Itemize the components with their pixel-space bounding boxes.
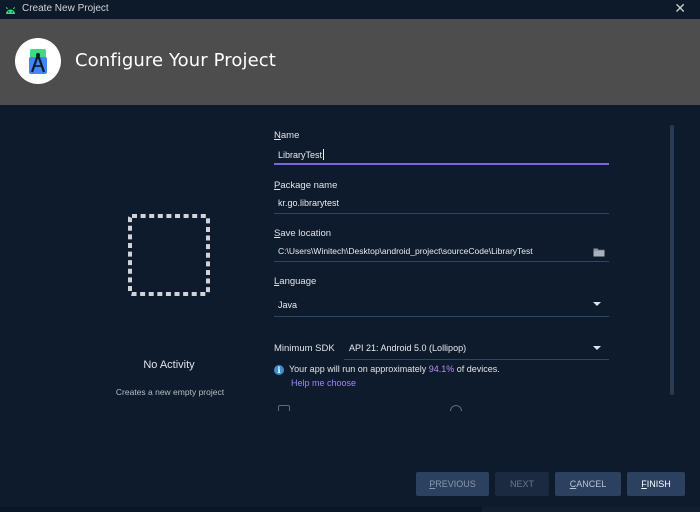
android-studio-icon: [4, 3, 17, 16]
android-studio-logo-icon: [15, 38, 61, 84]
title-bar: Create New Project ✕: [0, 0, 700, 19]
text-caret: [323, 149, 325, 160]
package-name-value: kr.go.librarytest: [278, 198, 340, 208]
chevron-down-icon: [593, 302, 601, 306]
close-icon[interactable]: ✕: [674, 1, 686, 17]
template-name: No Activity: [143, 359, 195, 371]
scrollbar[interactable]: [670, 125, 674, 395]
window-title: Create New Project: [22, 3, 109, 14]
help-me-choose-link[interactable]: Help me choose: [291, 378, 356, 388]
minimum-sdk-value: API 21: Android 5.0 (Lollipop): [349, 343, 467, 353]
device-coverage-text: Your app will run on approximately 94.1%…: [289, 364, 500, 374]
cancel-button[interactable]: CANCEL: [555, 472, 621, 496]
empty-activity-preview-icon: [128, 214, 210, 296]
name-label: Name: [274, 130, 300, 141]
info-icon: i: [274, 365, 284, 375]
finish-button[interactable]: FINISH: [627, 472, 685, 496]
name-value: LibraryTest: [278, 150, 323, 160]
language-label: Language: [274, 276, 317, 287]
partial-options-row: [274, 405, 474, 411]
name-input[interactable]: LibraryTest: [274, 145, 609, 165]
template-description: Creates a new empty project: [115, 387, 225, 397]
language-select[interactable]: Java: [274, 294, 609, 317]
page-title: Configure Your Project: [75, 50, 276, 71]
bottom-strip: [0, 507, 700, 512]
save-location-value: C:\Users\Winitech\Desktop\android_projec…: [278, 246, 533, 256]
save-location-label: Save location: [274, 228, 332, 239]
header-banner: Configure Your Project: [0, 19, 700, 105]
chevron-down-icon: [593, 346, 601, 350]
minimum-sdk-label: Minimum SDK: [274, 343, 335, 354]
package-name-input[interactable]: kr.go.librarytest: [274, 194, 609, 214]
language-value: Java: [278, 300, 298, 310]
next-button[interactable]: NEXT: [495, 472, 549, 496]
coverage-percent: 94.1%: [428, 364, 455, 374]
previous-button[interactable]: PREVIOUS: [416, 472, 489, 496]
folder-icon[interactable]: [593, 247, 605, 257]
save-location-input[interactable]: C:\Users\Winitech\Desktop\android_projec…: [274, 242, 609, 262]
minimum-sdk-select[interactable]: API 21: Android 5.0 (Lollipop): [344, 338, 609, 360]
package-name-label: Package name: [274, 180, 338, 191]
